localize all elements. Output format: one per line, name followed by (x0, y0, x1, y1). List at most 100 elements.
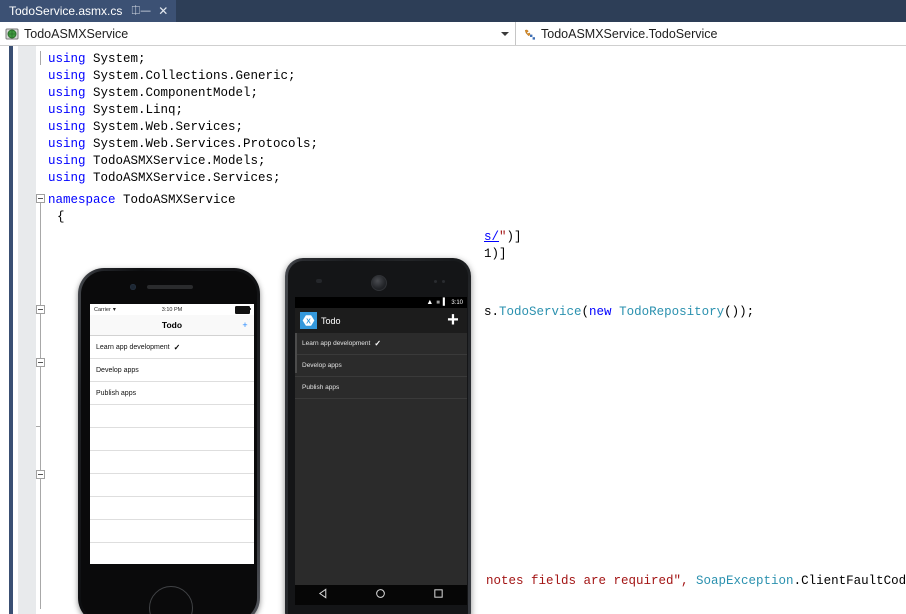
member-dropdown[interactable]: TodoASMXService.TodoService (516, 22, 906, 45)
code-token: s. (484, 305, 499, 319)
android-led-icon (442, 280, 445, 283)
signal-icon: ■ (436, 300, 440, 306)
list-item[interactable]: Develop apps (295, 355, 467, 377)
code-token: System.Linq; (86, 103, 184, 117)
code-token (612, 305, 620, 319)
iphone-body: Carrier ▾ 3:10 PM Todo + Learn app devel… (81, 271, 257, 614)
battery-icon (235, 306, 250, 314)
code-line: namespace TodoASMXService (48, 192, 236, 209)
battery-icon: ▍ (443, 299, 448, 306)
ios-todo-list[interactable]: Learn app development ✓ Develop appsPublis… (90, 336, 254, 564)
home-circle-icon[interactable] (375, 586, 386, 604)
recents-square-icon[interactable] (433, 586, 444, 604)
list-item-label: Learn app development (96, 344, 170, 351)
list-item-empty (90, 520, 254, 543)
code-line: using System.Web.Services.Protocols; (48, 136, 318, 153)
android-title: Todo (321, 316, 341, 326)
iphone-screen: Carrier ▾ 3:10 PM Todo + Learn app devel… (90, 304, 254, 564)
close-icon[interactable]: ✕ (158, 0, 168, 22)
code-editor[interactable]: using System;using System.Collections.Ge… (0, 46, 906, 614)
android-todo-list[interactable]: Learn app development ✓ Develop apps Publis… (295, 333, 467, 399)
list-item[interactable]: Publish apps (295, 377, 467, 399)
list-item-label: Publish apps (302, 384, 339, 391)
code-token: ()); (724, 305, 754, 319)
list-item-empty (90, 543, 254, 564)
android-sensor (316, 279, 322, 283)
xamarin-logo: X (300, 312, 317, 329)
ios-title: Todo (162, 320, 182, 330)
code-token: using (48, 171, 86, 185)
android-status-bar: ▲ ■ ▍ 3:10 (295, 297, 467, 308)
editor-tab-strip: TodoService.asmx.cs ⎅— ✕ (0, 0, 906, 22)
code-token: TodoASMXService (116, 193, 236, 207)
list-item-empty (90, 405, 254, 428)
code-line: using System.Collections.Generic; (48, 68, 296, 85)
code-token: using (48, 137, 86, 151)
svg-text:X: X (306, 317, 311, 325)
code-token: using (48, 120, 86, 134)
list-item[interactable]: Learn app development ✓ (90, 336, 254, 359)
code-token: using (48, 69, 86, 83)
code-token: TodoASMXService.Models; (86, 154, 266, 168)
code-token: using (48, 52, 86, 66)
add-icon[interactable]: + (241, 321, 249, 329)
code-navigation-bar: TodoASMXService TodoASMXService.TodoServ… (0, 22, 906, 46)
visual-studio-window: TodoService.asmx.cs ⎅— ✕ TodoASMXService (0, 0, 906, 614)
member-dropdown-value: TodoASMXService.TodoService (541, 27, 717, 41)
android-scrollbar[interactable] (295, 333, 297, 373)
list-item[interactable]: Develop apps (90, 359, 254, 382)
list-item-label: Learn app development (302, 340, 370, 347)
list-item[interactable]: Publish apps (90, 382, 254, 405)
back-triangle-icon[interactable] (318, 586, 329, 604)
code-token: using (48, 86, 86, 100)
android-body: ▲ ■ ▍ 3:10 X Todo + (288, 261, 468, 614)
fold-toggle[interactable] (36, 194, 45, 203)
code-token: { (57, 210, 65, 224)
code-line: 1)] (484, 246, 507, 263)
check-icon: ✓ (174, 343, 181, 352)
fold-toggle[interactable] (36, 470, 45, 479)
code-token: TodoService (499, 305, 582, 319)
code-line: using TodoASMXService.Models; (48, 153, 266, 170)
ios-status-bar: Carrier ▾ 3:10 PM (90, 304, 254, 315)
code-line: using TodoASMXService.Services; (48, 170, 281, 187)
code-line: { (57, 209, 65, 226)
code-token: .ClientFaultCode); (794, 574, 906, 588)
android-screen: ▲ ■ ▍ 3:10 X Todo + (295, 297, 467, 585)
code-token: using (48, 103, 86, 117)
ios-navigation-bar: Todo + (90, 315, 254, 336)
wifi-icon: ▲ (426, 299, 433, 306)
tab-title: TodoService.asmx.cs (9, 0, 122, 22)
type-dropdown-value: TodoASMXService (24, 27, 128, 41)
android-camera-icon (434, 280, 437, 283)
code-token: SoapException (696, 574, 794, 588)
list-item-empty (90, 474, 254, 497)
code-token: System; (86, 52, 146, 66)
code-line: s.TodoService(new TodoRepository()); (484, 304, 754, 321)
code-token: new (589, 305, 612, 319)
code-token: 1)] (484, 247, 507, 261)
check-icon: ✓ (374, 339, 381, 348)
code-token: namespace (48, 193, 116, 207)
code-token: System.Web.Services.Protocols; (86, 137, 319, 151)
android-system-nav-bar (295, 585, 467, 605)
chevron-down-icon[interactable] (501, 32, 509, 36)
list-item-label: Develop apps (302, 362, 342, 369)
list-item[interactable]: Learn app development ✓ (295, 333, 467, 355)
code-token: ( (582, 305, 590, 319)
ios-clock: 3:10 PM (90, 307, 254, 313)
code-line: s/")] (484, 229, 522, 246)
method-icon (522, 27, 536, 41)
fold-toggle[interactable] (36, 305, 45, 314)
code-token: System.ComponentModel; (86, 86, 259, 100)
tab-todoservice-asmx-cs[interactable]: TodoService.asmx.cs ⎅— ✕ (0, 0, 176, 22)
pin-icon[interactable]: ⎅— (131, 0, 151, 22)
fold-toggle[interactable] (36, 358, 45, 367)
home-button[interactable] (149, 586, 193, 614)
plus-icon[interactable]: + (446, 314, 460, 328)
android-mockup: ▲ ■ ▍ 3:10 X Todo + (285, 258, 471, 614)
code-token: System.Collections.Generic; (86, 69, 296, 83)
code-token: )] (507, 230, 522, 244)
code-token: notes fields are required", (486, 574, 696, 588)
type-dropdown[interactable]: TodoASMXService (0, 22, 516, 45)
